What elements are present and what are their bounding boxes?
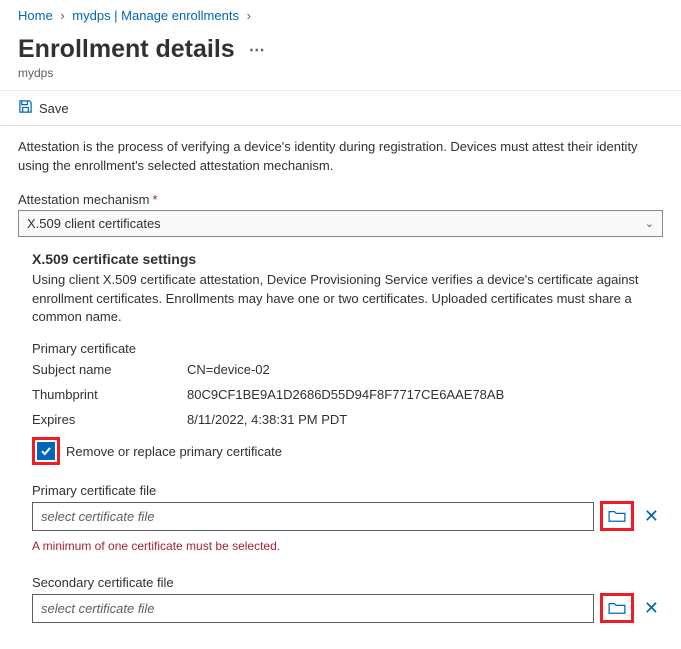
expires-label: Expires — [32, 412, 187, 427]
page-title: Enrollment details ⋯ — [0, 29, 681, 64]
command-bar: Save — [0, 90, 681, 125]
secondary-browse-button[interactable] — [605, 598, 629, 618]
highlight-secondary-browse — [600, 593, 634, 623]
primary-file-input[interactable]: select certificate file — [32, 502, 594, 531]
chevron-down-icon: ⌄ — [645, 217, 654, 230]
highlight-checkbox — [32, 437, 60, 465]
primary-certificate-label: Primary certificate — [32, 341, 663, 356]
breadcrumb-manage-enrollments[interactable]: mydps | Manage enrollments — [72, 8, 239, 23]
primary-file-label: Primary certificate file — [32, 483, 663, 498]
folder-icon — [608, 601, 626, 615]
check-icon — [40, 445, 52, 457]
subject-name-row: Subject name CN=device-02 — [32, 362, 663, 377]
primary-browse-button[interactable] — [605, 506, 629, 526]
attestation-mechanism-label: Attestation mechanism* — [18, 192, 663, 207]
attestation-mechanism-dropdown[interactable]: X.509 client certificates ⌄ — [18, 210, 663, 237]
secondary-clear-button[interactable]: ✕ — [640, 598, 663, 619]
remove-replace-label: Remove or replace primary certificate — [66, 444, 282, 459]
certificate-error-message: A minimum of one certificate must be sel… — [32, 539, 663, 553]
attestation-description: Attestation is the process of verifying … — [18, 138, 663, 176]
thumbprint-value: 80C9CF1BE9A1D2686D55D94F8F7717CE6AAE78AB — [187, 387, 663, 402]
save-icon — [18, 99, 33, 117]
chevron-right-icon: › — [60, 8, 64, 23]
thumbprint-row: Thumbprint 80C9CF1BE9A1D2686D55D94F8F771… — [32, 387, 663, 402]
save-button[interactable]: Save — [39, 101, 69, 116]
highlight-primary-browse — [600, 501, 634, 531]
more-actions-button[interactable]: ⋯ — [249, 40, 266, 60]
x509-settings-description: Using client X.509 certificate attestati… — [32, 271, 663, 328]
folder-icon — [608, 509, 626, 523]
page-subtitle: mydps — [0, 64, 681, 90]
required-indicator: * — [153, 192, 158, 207]
thumbprint-label: Thumbprint — [32, 387, 187, 402]
dropdown-value: X.509 client certificates — [27, 216, 161, 231]
subject-name-value: CN=device-02 — [187, 362, 663, 377]
expires-row: Expires 8/11/2022, 4:38:31 PM PDT — [32, 412, 663, 427]
subject-name-label: Subject name — [32, 362, 187, 377]
breadcrumb: Home › mydps | Manage enrollments › — [0, 8, 681, 29]
breadcrumb-home[interactable]: Home — [18, 8, 53, 23]
remove-replace-checkbox[interactable] — [37, 442, 55, 460]
primary-clear-button[interactable]: ✕ — [640, 506, 663, 527]
expires-value: 8/11/2022, 4:38:31 PM PDT — [187, 412, 663, 427]
page-title-text: Enrollment details — [18, 35, 235, 64]
x509-settings-heading: X.509 certificate settings — [32, 251, 663, 267]
secondary-file-input[interactable]: select certificate file — [32, 594, 594, 623]
secondary-file-label: Secondary certificate file — [32, 575, 663, 590]
chevron-right-icon: › — [247, 8, 251, 23]
